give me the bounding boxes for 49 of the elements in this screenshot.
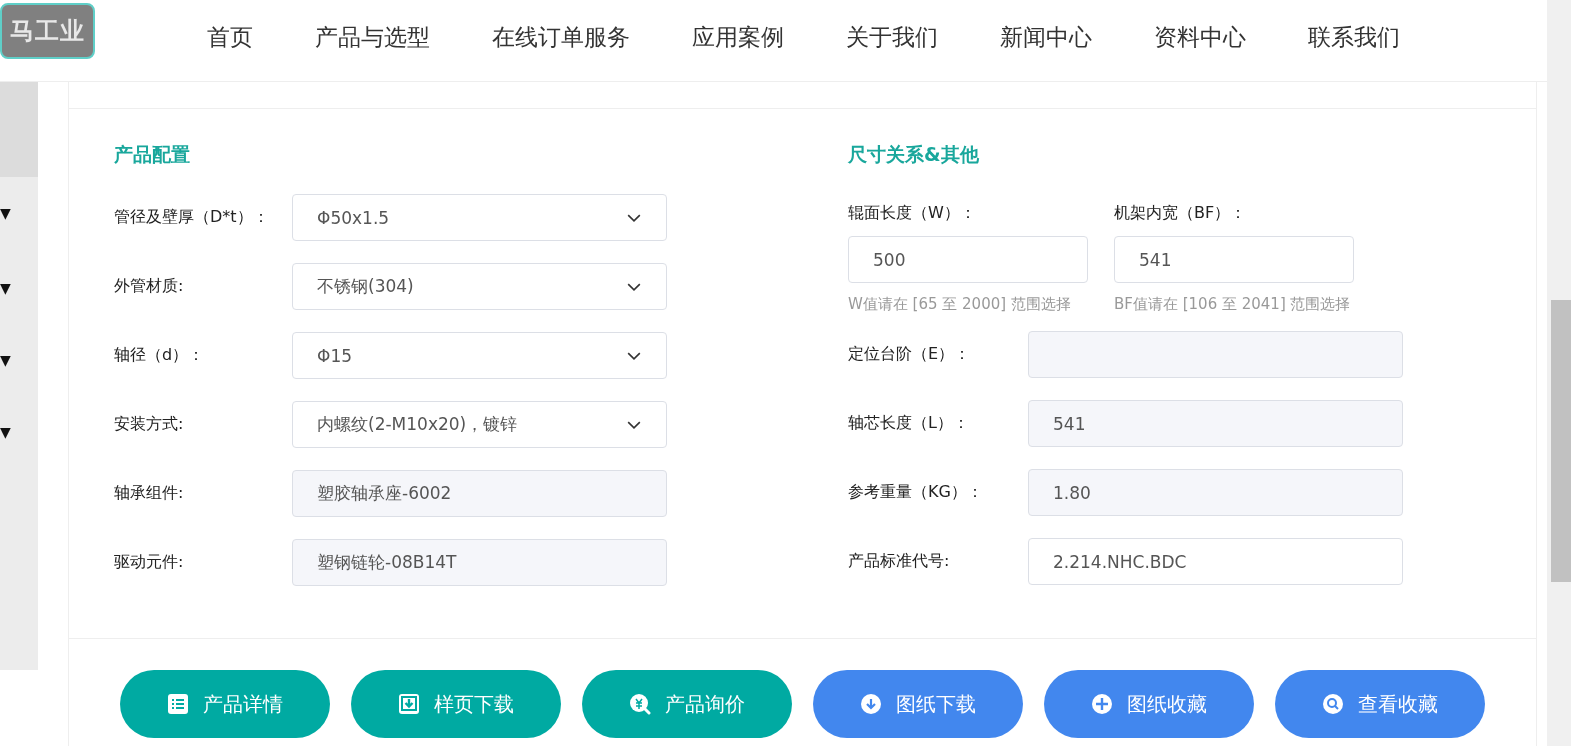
hint-text: W值请在 [65 至 2000] 范围选择 bbox=[848, 295, 1072, 314]
nav-link[interactable]: 关于我们 bbox=[846, 22, 938, 53]
expand-toggle[interactable]: ▼ bbox=[0, 424, 11, 440]
input-field[interactable]: 500 bbox=[848, 236, 1088, 283]
readonly-field: 塑钢链轮-08B14T bbox=[292, 539, 667, 586]
readonly-field: 541 bbox=[1028, 400, 1403, 447]
action-button[interactable]: 查看收藏 bbox=[1275, 670, 1485, 738]
nav-link[interactable]: 新闻中心 bbox=[1000, 22, 1092, 53]
nav-link[interactable]: 在线订单服务 bbox=[492, 22, 630, 53]
download-icon bbox=[860, 693, 882, 715]
nav-link[interactable]: 产品与选型 bbox=[315, 22, 430, 53]
action-button[interactable]: 图纸下载 bbox=[813, 670, 1023, 738]
field-label: 产品标准代号: bbox=[848, 551, 951, 572]
select-field[interactable]: 内螺纹(2-M10x20)，镀锌 bbox=[292, 401, 667, 448]
readonly-field: 塑胶轴承座-6002 bbox=[292, 470, 667, 517]
field-label: 外管材质: bbox=[114, 276, 185, 297]
search-icon bbox=[1322, 693, 1344, 715]
readonly-field: 1.80 bbox=[1028, 469, 1403, 516]
field-label: 辊面长度（W）： bbox=[848, 203, 977, 224]
nav-link[interactable]: 首页 bbox=[207, 22, 253, 53]
section-title: 产品配置 bbox=[114, 142, 191, 166]
field-label: 机架内宽（BF）： bbox=[1114, 203, 1248, 224]
field-label: 参考重量（KG）： bbox=[848, 482, 984, 503]
yen-search-icon bbox=[629, 693, 651, 715]
select-field[interactable]: Φ50x1.5 bbox=[292, 194, 667, 241]
field-label: 驱动元件: bbox=[114, 552, 185, 573]
field-label: 轴芯长度（L）： bbox=[848, 413, 970, 434]
action-button[interactable]: 图纸收藏 bbox=[1044, 670, 1254, 738]
field-label: 轴径（d）： bbox=[114, 345, 206, 366]
expand-toggle[interactable]: ▼ bbox=[0, 352, 11, 368]
expand-toggle[interactable]: ▼ bbox=[0, 205, 11, 221]
field-label: 定位台阶（E）： bbox=[848, 344, 972, 365]
plus-icon bbox=[1091, 693, 1113, 715]
select-field[interactable]: 不锈钢(304) bbox=[292, 263, 667, 310]
input-field[interactable]: 541 bbox=[1114, 236, 1354, 283]
expand-toggle[interactable]: ▼ bbox=[0, 280, 11, 296]
scrollbar-thumb[interactable] bbox=[1551, 300, 1571, 582]
download-tray-icon bbox=[398, 693, 420, 715]
nav-link[interactable]: 资料中心 bbox=[1154, 22, 1246, 53]
field-label: 安装方式: bbox=[114, 414, 185, 435]
nav-link[interactable]: 应用案例 bbox=[692, 22, 784, 53]
input-field[interactable]: 2.214.NHC.BDC bbox=[1028, 538, 1403, 585]
hint-text: BF值请在 [106 至 2041] 范围选择 bbox=[1114, 295, 1352, 314]
field-label: 管径及壁厚（D*t）： bbox=[114, 207, 270, 228]
select-field[interactable]: Φ15 bbox=[292, 332, 667, 379]
field-label: 轴承组件: bbox=[114, 483, 185, 504]
section-title: 尺寸关系&其他 bbox=[848, 142, 980, 166]
nav-link[interactable]: 联系我们 bbox=[1308, 22, 1400, 53]
list-icon bbox=[167, 693, 189, 715]
